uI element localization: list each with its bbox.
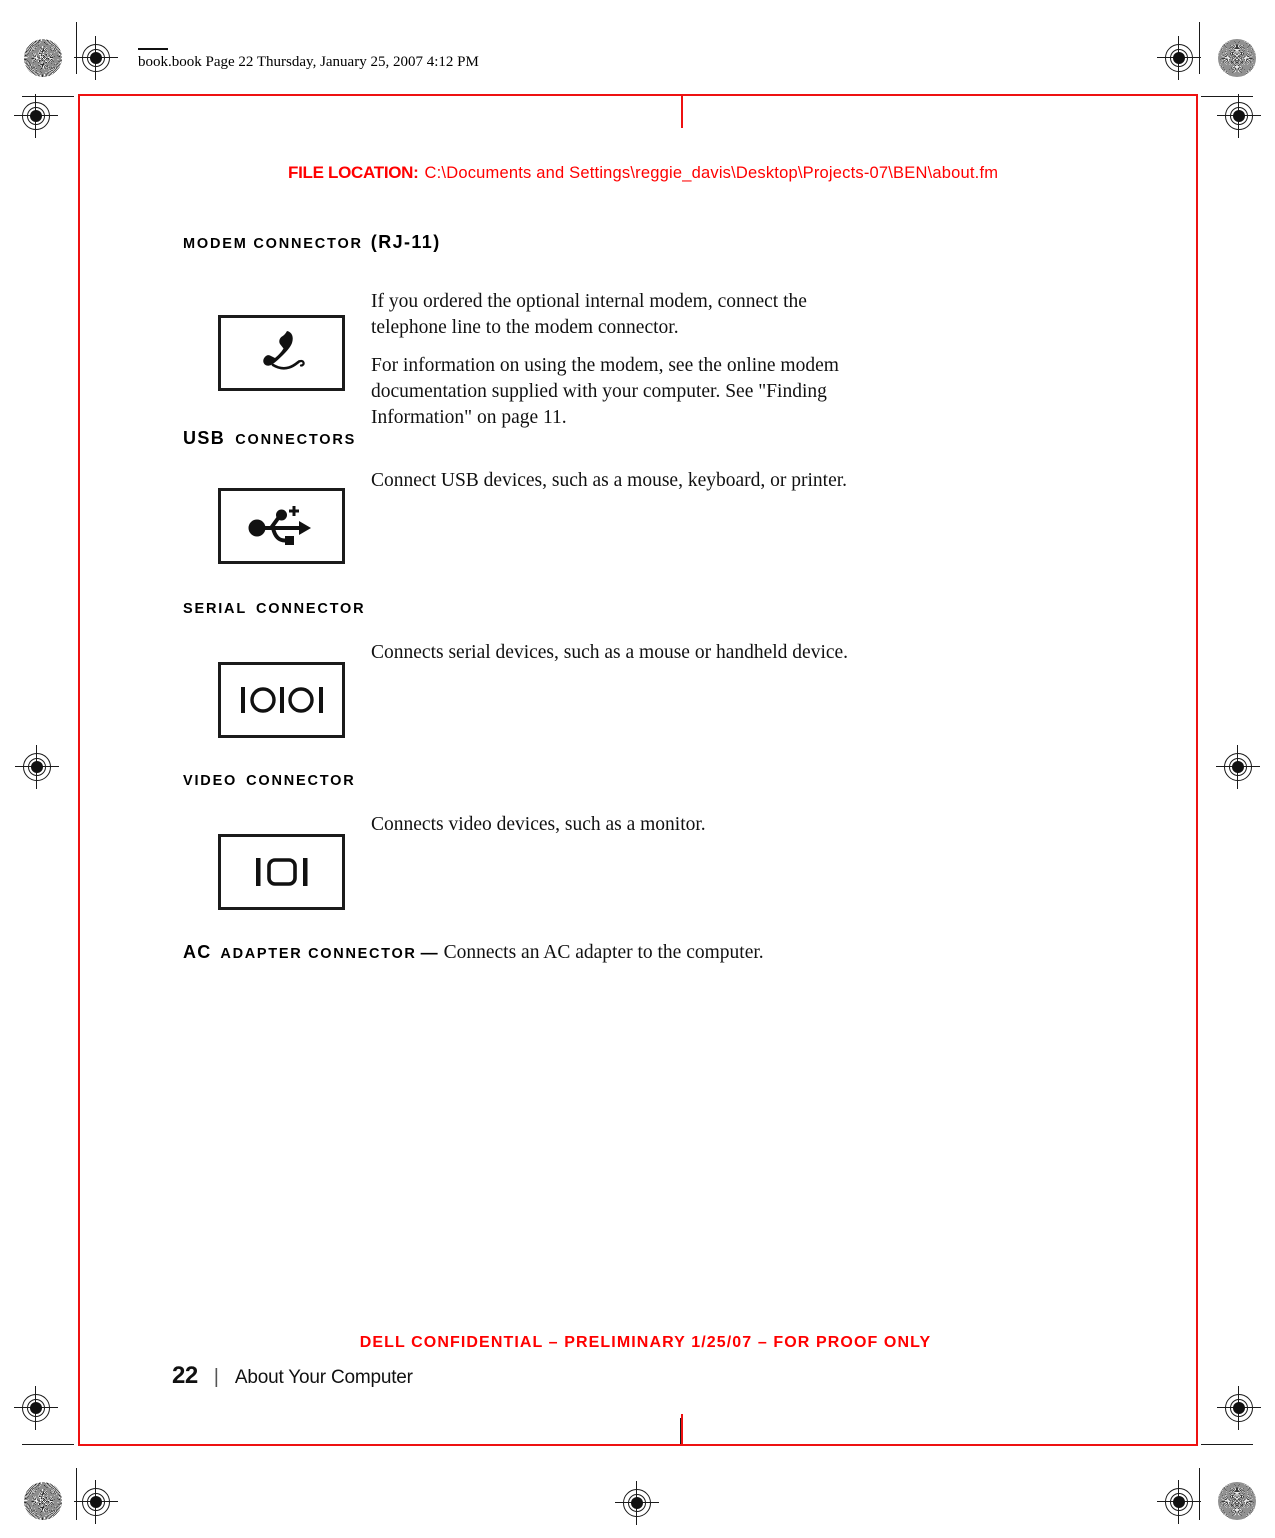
section-heading-usb: USB CONNECTORS xyxy=(183,428,356,449)
section-heading-serial-trail: CONNECTOR xyxy=(255,601,366,617)
registration-target-right-top xyxy=(1217,94,1261,138)
section-usb-connectors: USB CONNECTORS Connect USB devices, such … xyxy=(183,428,1083,600)
registration-target-bottom-right xyxy=(1157,1480,1201,1524)
file-location-path: C:\Documents and Settings\reggie_davis\D… xyxy=(424,164,999,182)
description-serial: Connects serial devices, such as a mouse… xyxy=(371,640,931,666)
section-heading-usb-lead: USB xyxy=(183,428,226,448)
section-heading-serial: SERIAL CONNECTOR xyxy=(183,600,365,618)
description-ac-adapter: Connects an AC adapter to the computer. xyxy=(443,942,764,963)
registration-target-right-bottom xyxy=(1217,1386,1261,1430)
section-heading-serial-lead: SERIAL xyxy=(183,601,247,617)
registration-target-top-left xyxy=(74,36,118,80)
description-usb-paragraph-1: Connect USB devices, such as a mouse, ke… xyxy=(371,470,848,491)
term-ac-adapter-trail: ADAPTER CONNECTOR xyxy=(220,946,417,962)
description-video-paragraph-1: Connects video devices, such as a monito… xyxy=(371,814,706,835)
video-monitor-icon xyxy=(255,858,307,886)
term-ac-adapter: AC ADAPTER CONNECTOR xyxy=(183,942,417,962)
section-heading-video: VIDEO CONNECTOR xyxy=(183,772,356,790)
registration-target-top-right xyxy=(1157,36,1201,80)
registration-target-left-bottom xyxy=(14,1386,58,1430)
icon-box-usb xyxy=(218,488,345,564)
serial-port-icon xyxy=(240,687,323,713)
starburst-target-bottom-right xyxy=(1218,1482,1256,1520)
document-slug-line: book.book Page 22 Thursday, January 25, … xyxy=(138,54,479,70)
section-heading-video-lead: VIDEO xyxy=(183,773,238,789)
slug-rule xyxy=(138,48,168,50)
folio-separator: | xyxy=(213,1366,219,1388)
icon-box-modem xyxy=(218,315,345,391)
description-usb: Connect USB devices, such as a mouse, ke… xyxy=(371,468,931,494)
section-serial-connector: SERIAL CONNECTOR Connects serial devices,… xyxy=(183,600,1083,772)
section-heading-modem-lead: MODEM CONNECTOR xyxy=(183,236,363,252)
description-modem-paragraph-1: If you ordered the optional internal mod… xyxy=(371,291,807,338)
file-location-header: FILE LOCATION: C:\Documents and Settings\… xyxy=(288,163,998,183)
center-tick-top xyxy=(681,96,683,128)
registration-target-bottom-center xyxy=(615,1481,659,1525)
registration-target-left-top xyxy=(14,94,58,138)
description-modem-paragraph-2: For information on using the modem, see … xyxy=(371,355,839,428)
description-modem: If you ordered the optional internal mod… xyxy=(371,289,861,431)
telephone-handset-icon xyxy=(262,331,305,370)
file-location-label: FILE LOCATION: xyxy=(288,163,419,182)
page-footer: 22 | About Your Computer xyxy=(172,1362,413,1390)
description-serial-paragraph-1: Connects serial devices, such as a mouse… xyxy=(371,642,849,663)
section-video-connector: VIDEO CONNECTOR Connects video devices, s… xyxy=(183,772,1083,942)
center-tick-bottom xyxy=(681,1414,683,1446)
icon-box-serial xyxy=(218,662,345,738)
section-heading-modem-trail: (RJ-11) xyxy=(370,232,441,252)
page-content: MODEM CONNECTOR (RJ-11) If you ordered th… xyxy=(183,232,1083,964)
starburst-target-bottom-left xyxy=(24,1482,62,1520)
section-heading-modem: MODEM CONNECTOR (RJ-11) xyxy=(183,232,441,253)
description-video: Connects video devices, such as a monito… xyxy=(371,812,931,838)
term-dash: — xyxy=(420,943,438,962)
starburst-target-top-right xyxy=(1218,39,1256,77)
folio-page-number: 22 xyxy=(172,1362,198,1389)
registration-target-left-middle xyxy=(15,745,59,789)
crop-line-right-bottom-horizontal xyxy=(1201,1444,1253,1445)
registration-target-bottom-left xyxy=(74,1480,118,1524)
crop-line-left-bottom-horizontal xyxy=(22,1444,74,1445)
confidential-banner: DELL CONFIDENTIAL – PRELIMINARY 1/25/07 … xyxy=(359,1334,932,1351)
section-heading-usb-trail: CONNECTORS xyxy=(235,432,357,448)
starburst-target-top-left xyxy=(24,39,62,77)
term-ac-adapter-lead: AC xyxy=(183,942,212,962)
folio-chapter-title: About Your Computer xyxy=(234,1367,413,1388)
icon-box-video xyxy=(218,834,345,910)
usb-trident-icon xyxy=(248,506,311,545)
section-heading-video-trail: CONNECTOR xyxy=(246,773,356,789)
registration-target-right-middle xyxy=(1216,745,1260,789)
entry-ac-adapter-connector: AC ADAPTER CONNECTOR — Connects an AC adapt… xyxy=(183,942,1083,964)
section-modem-connector: MODEM CONNECTOR (RJ-11) If you ordered th… xyxy=(183,232,1083,428)
